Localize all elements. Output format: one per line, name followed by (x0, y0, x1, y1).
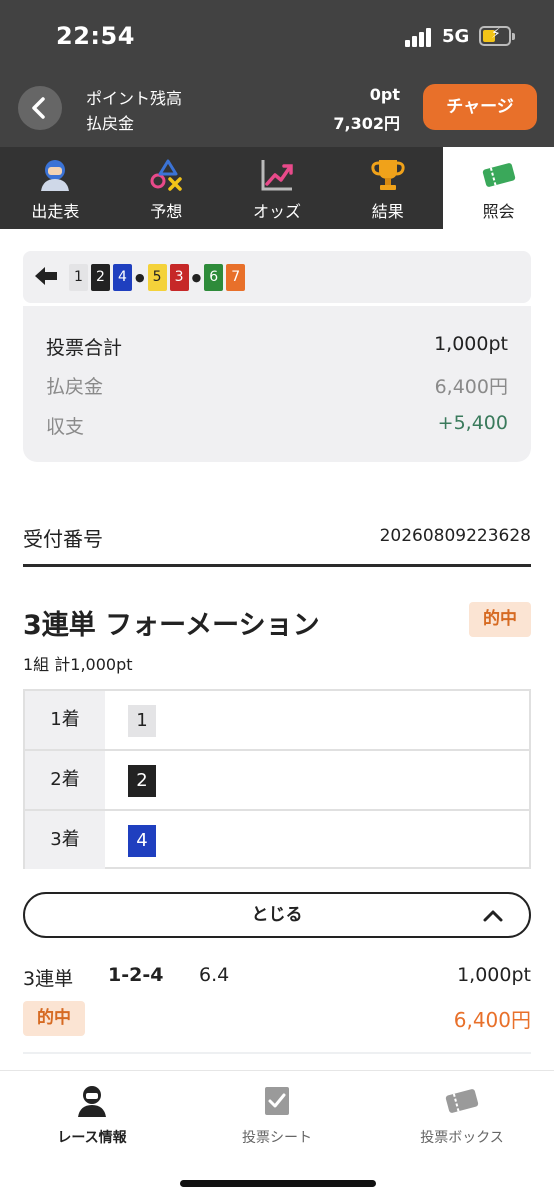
total-label: 投票合計 (46, 337, 123, 359)
receipt-label: 受付番号 (23, 527, 103, 551)
arrow-left-icon[interactable] (33, 263, 59, 295)
boat-number: 2 (128, 765, 156, 797)
hit-badge: 的中 (469, 602, 531, 637)
formation-table: 1着 1 2着 2 3着 4 (23, 689, 531, 869)
refund-value: 7,302円 (333, 114, 400, 133)
place-label: 3着 (25, 811, 105, 869)
tab-label: 結果 (371, 202, 404, 221)
table-row: 2着 2 (25, 751, 529, 809)
points-label: ポイント残高 (86, 89, 183, 108)
racer-icon (78, 1086, 106, 1117)
signal-icon (405, 27, 435, 47)
dot-separator: ● (135, 271, 145, 284)
waku-number: 5 (147, 264, 167, 291)
waku-number: 2 (91, 264, 110, 291)
result-payout: 6,400円 (453, 1008, 531, 1032)
result-hit-badge: 的中 (23, 1001, 85, 1036)
status-time: 22:54 (56, 22, 135, 50)
divider (23, 1052, 531, 1054)
tab-label: 予想 (150, 202, 183, 221)
ticket-icon (482, 163, 515, 187)
result-combination: 1-2-4 (108, 964, 164, 986)
bottom-nav-label: レース情報 (57, 1130, 127, 1146)
waku-number: 6 (204, 264, 224, 291)
tab-label: 出走表 (31, 202, 80, 221)
status-bar: 22:54 5G ⚡ (0, 0, 554, 76)
boat-number: 1 (128, 705, 156, 737)
network-label: 5G (442, 26, 470, 47)
tab-prediction[interactable]: 予想 (111, 147, 222, 229)
close-label: とじる (251, 905, 303, 925)
bottom-nav-label: 投票シート (242, 1130, 312, 1146)
racer-icon (41, 160, 70, 191)
tab-nav: 出走表 予想 オッズ 結果 照会 (0, 147, 554, 229)
points-value: 0pt (369, 85, 400, 104)
payout-label: 払戻金 (46, 376, 104, 398)
receipt-number: 20260809223628 (379, 526, 531, 546)
combo-numbers: 1 2 4 ● 5 3 ● 6 7 (69, 264, 248, 291)
dot-separator: ● (191, 271, 202, 284)
summary-total-row: 投票合計 1,000pt (46, 333, 508, 359)
bet-title: 3連単 フォーメーション (23, 610, 320, 641)
summary-payout-row: 払戻金 6,400円 (46, 372, 508, 398)
header: ポイント残高 払戻金 0pt 7,302円 チャージ (0, 76, 554, 147)
chevron-left-icon (32, 97, 45, 119)
tab-label: 照会 (482, 202, 515, 221)
tab-inquiry[interactable]: 照会 (443, 147, 554, 229)
bottom-nav-label: 投票ボックス (420, 1130, 504, 1146)
sheet-check-icon (265, 1087, 289, 1115)
payout-value: 6,400円 (434, 376, 508, 398)
summary-balance-row: 収支 +5,400 (46, 412, 508, 438)
trophy-icon (371, 160, 405, 190)
result-amount: 1,000pt (457, 964, 531, 986)
balance-label: 収支 (46, 416, 85, 438)
waku-number: 3 (169, 264, 189, 291)
charge-button[interactable]: チャージ (423, 84, 537, 130)
summary-card: 投票合計 1,000pt 払戻金 6,400円 収支 +5,400 (23, 306, 531, 462)
home-indicator (180, 1180, 376, 1187)
result-odds: 6.4 (199, 964, 230, 986)
close-button[interactable]: とじる (23, 892, 531, 938)
receipt-row: 受付番号 20260809223628 (23, 523, 531, 567)
odds-chart-icon (261, 160, 293, 191)
bottom-nav-race-info[interactable]: レース情報 (0, 1071, 184, 1161)
table-row: 3着 4 (25, 811, 529, 869)
total-value: 1,000pt (434, 333, 508, 355)
battery-icon: ⚡ (479, 26, 515, 46)
tab-odds[interactable]: オッズ (222, 147, 333, 229)
result-bet-type: 3連単 (23, 968, 74, 990)
race-selector: 1 2 4 ● 5 3 ● 6 7 (23, 251, 531, 303)
refund-label: 払戻金 (86, 114, 135, 133)
tab-results[interactable]: 結果 (332, 147, 443, 229)
bet-subtitle: 1組 計1,000pt (23, 655, 133, 674)
tab-label: オッズ (252, 202, 301, 221)
chevron-up-icon (483, 910, 503, 922)
waku-number: 7 (226, 264, 246, 291)
boat-number: 4 (128, 825, 156, 857)
tab-race-card[interactable]: 出走表 (0, 147, 111, 229)
place-label: 2着 (25, 751, 105, 809)
prediction-icon (150, 159, 182, 191)
ticket-box-icon (445, 1089, 479, 1113)
waku-number: 4 (113, 264, 132, 291)
balance-value: +5,400 (437, 412, 508, 434)
back-button[interactable] (18, 86, 62, 130)
bottom-nav-bet-sheet[interactable]: 投票シート (185, 1071, 369, 1161)
place-label: 1着 (25, 691, 105, 749)
table-row: 1着 1 (25, 691, 529, 749)
bottom-nav-bet-box[interactable]: 投票ボックス (370, 1071, 554, 1161)
waku-number: 1 (69, 264, 88, 291)
